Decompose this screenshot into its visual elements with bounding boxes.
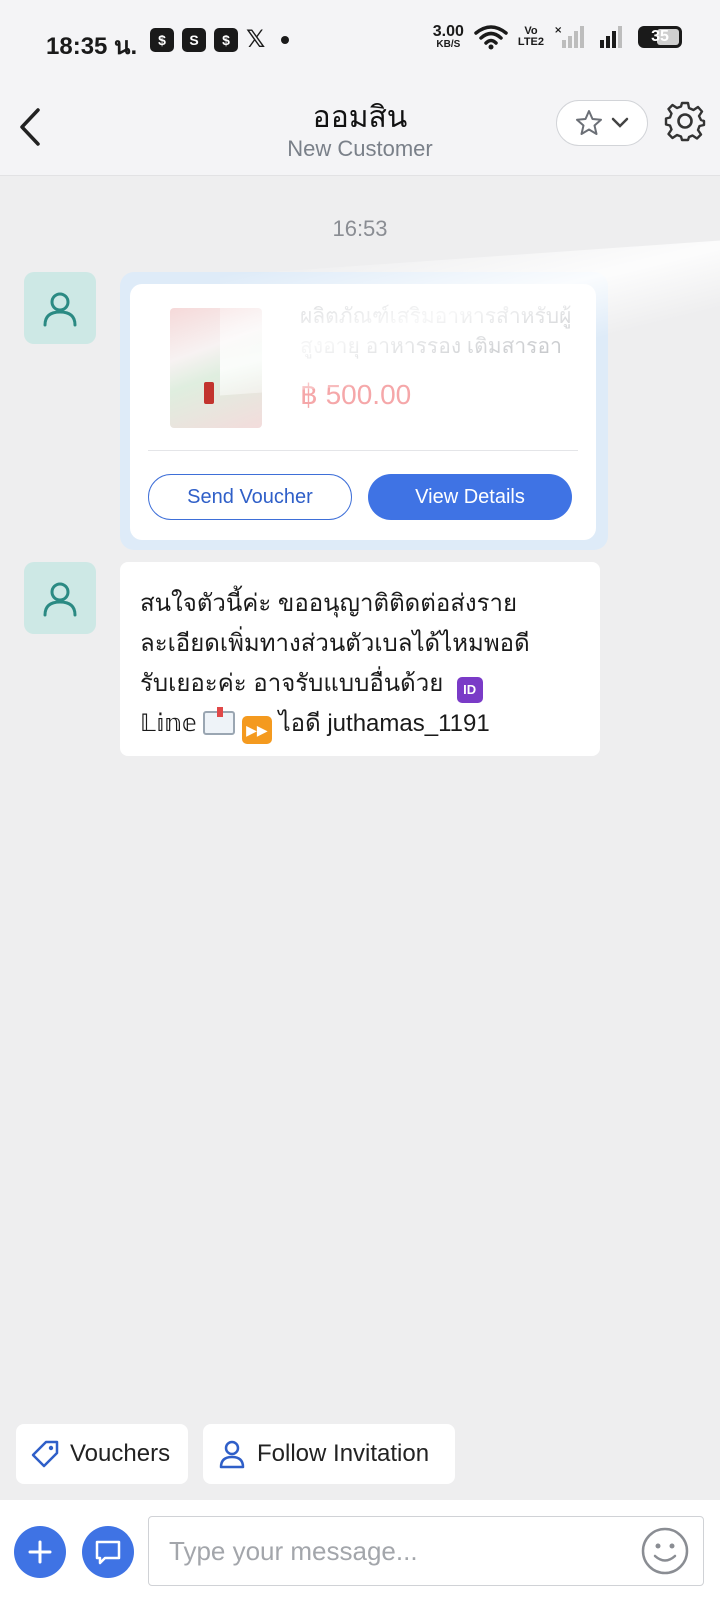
user-icon: [43, 582, 77, 617]
message-bubble[interactable]: สนใจตัวนี้ค่ะ ขออนุญาติติดต่อส่งราย ละเอ…: [120, 562, 600, 756]
message-timestamp: 16:53: [332, 216, 388, 241]
shopee-seller-icon: $: [150, 28, 174, 52]
message-input[interactable]: [148, 1516, 704, 1586]
user-icon: [43, 292, 77, 327]
message-text: 𝕃𝕚𝕟𝕖: [140, 710, 197, 737]
signal-sim1-icon: ×: [554, 25, 584, 48]
network-speed: 3.00 KB/S: [433, 24, 464, 50]
battery-icon: 35: [638, 26, 682, 48]
network-speed-value: 3.00: [432, 23, 464, 40]
vouchers-label: Vouchers: [70, 1440, 171, 1467]
customer-avatar[interactable]: [24, 562, 96, 634]
network-speed-unit: KB/S: [436, 39, 461, 50]
favorite-dropdown-button[interactable]: [556, 100, 648, 146]
shopee-seller-icon-2: $: [214, 28, 238, 52]
wifi-icon: [474, 25, 508, 50]
status-time: 18:35 น.: [46, 33, 138, 60]
composer-bar: [0, 1500, 720, 1600]
incoming-envelope-emoji-icon: [203, 707, 236, 735]
message-line: 𝕃𝕚𝕟𝕖 ▶▶ ไอดี juthamas_1191: [140, 704, 580, 744]
fast-forward-emoji-icon: ▶▶: [241, 716, 272, 744]
view-details-button[interactable]: View Details: [368, 474, 572, 520]
customer-avatar[interactable]: [24, 272, 96, 344]
send-voucher-button[interactable]: Send Voucher: [148, 474, 352, 520]
notification-icons: $ S $ 𝕏: [150, 26, 290, 53]
vouchers-chip[interactable]: Vouchers: [16, 1424, 188, 1484]
tag-icon: [31, 1440, 59, 1468]
person-icon: [219, 1440, 245, 1469]
quick-reply-button[interactable]: [82, 1526, 134, 1578]
message-line: สนใจตัวนี้ค่ะ ขออนุญาติติดต่อส่งราย: [140, 590, 518, 617]
signal-sim2-icon: [600, 26, 622, 48]
id-emoji-icon: ID: [456, 677, 483, 703]
follow-invitation-chip[interactable]: Follow Invitation: [203, 1424, 455, 1484]
product-price: ฿ 500.00: [300, 379, 412, 410]
add-attachment-button[interactable]: [14, 1526, 66, 1578]
status-bar: 18:35 น. $ S $ 𝕏 3.00 KB/S Vo LTE2 × 35: [0, 0, 720, 84]
volte-bottom: LTE2: [517, 36, 544, 48]
battery-level: 35: [651, 28, 669, 45]
product-card[interactable]: ผลิตภัณฑ์เสริมอาหารสำหรับผู้สูงอายุ อาหา…: [130, 284, 596, 540]
emoji-smiley-icon[interactable]: [640, 1526, 690, 1576]
message-text: ไอดี juthamas_1191: [278, 710, 490, 737]
more-notifications-dot-icon: [281, 36, 290, 44]
volte-indicator: Vo LTE2: [518, 26, 544, 48]
message-line: ละเอียดเพิ่มทางส่วนตัวเบลได้ไหมพอดี: [140, 630, 530, 657]
shopee-bag-icon: S: [182, 28, 206, 52]
message-text: รับเยอะค่ะ อาจรับแบบอื่นด้วย: [140, 670, 444, 697]
chevron-down-icon: [611, 117, 629, 128]
plus-icon: [28, 1540, 52, 1564]
product-message: ผลิตภัณฑ์เสริมอาหารสำหรับผู้สูงอายุ อาหา…: [120, 272, 608, 550]
card-divider: [148, 450, 578, 451]
follow-invitation-label: Follow Invitation: [257, 1440, 430, 1467]
star-icon: [576, 110, 602, 135]
x-app-icon: 𝕏: [246, 26, 266, 53]
product-image[interactable]: [170, 308, 262, 428]
chat-bubble-icon: [95, 1540, 121, 1565]
message-line: รับเยอะค่ะ อาจรับแบบอื่นด้วย ID: [140, 664, 580, 704]
svg-text:×: ×: [554, 25, 562, 36]
settings-gear-icon[interactable]: [664, 100, 706, 142]
status-indicators: 3.00 KB/S Vo LTE2 × 35: [433, 24, 682, 50]
chat-header: ออมสิน New Customer: [0, 84, 720, 176]
product-name: ผลิตภัณฑ์เสริมอาหารสำหรับผู้สูงอายุ อาหา…: [300, 305, 572, 358]
